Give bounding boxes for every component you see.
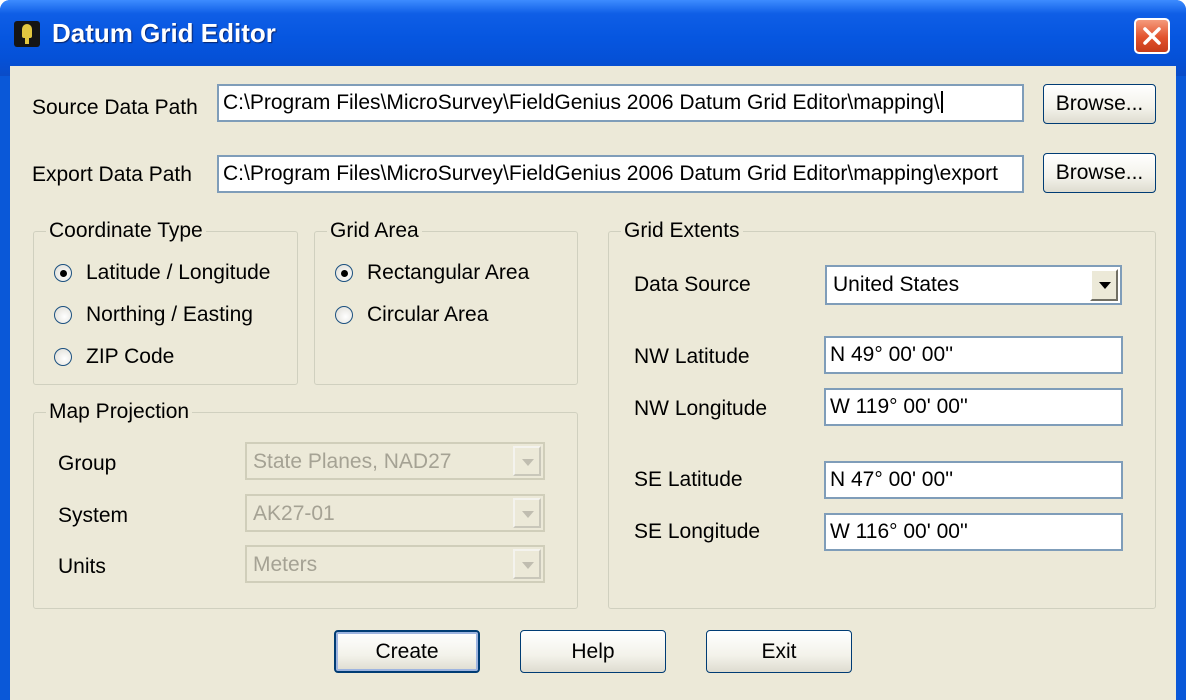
system-select[interactable]: AK27-01 xyxy=(245,494,545,532)
export-path-input[interactable]: C:\Program Files\MicroSurvey\FieldGenius… xyxy=(217,155,1024,193)
nw-latitude-label: NW Latitude xyxy=(634,345,750,368)
coordinate-type-title: Coordinate Type xyxy=(46,219,206,243)
create-button[interactable]: Create xyxy=(334,630,480,673)
data-source-value: United States xyxy=(833,273,960,296)
app-icon xyxy=(14,21,40,47)
grid-area-title: Grid Area xyxy=(327,219,422,243)
group-value: State Planes, NAD27 xyxy=(253,450,452,473)
chevron-down-icon xyxy=(513,498,541,528)
radio-zip-code[interactable] xyxy=(54,348,72,366)
data-source-label: Data Source xyxy=(634,273,751,296)
option-zip-code-label[interactable]: ZIP Code xyxy=(86,345,174,369)
se-longitude-input[interactable]: W 116° 00' 00'' xyxy=(824,513,1123,551)
nw-longitude-label: NW Longitude xyxy=(634,397,768,420)
system-label: System xyxy=(58,504,129,527)
system-value: AK27-01 xyxy=(253,502,335,525)
option-rectangular-area-label[interactable]: Rectangular Area xyxy=(367,261,529,285)
source-path-input[interactable]: C:\Program Files\MicroSurvey\FieldGenius… xyxy=(217,84,1024,122)
data-source-select[interactable]: United States xyxy=(825,265,1122,305)
window-title: Datum Grid Editor xyxy=(52,18,276,48)
grid-extents-title: Grid Extents xyxy=(621,219,743,243)
source-path-label: Source Data Path xyxy=(32,96,198,119)
title-bar[interactable]: Datum Grid Editor xyxy=(0,0,1186,76)
dialog-window: Datum Grid Editor Source Data Path C:\Pr… xyxy=(0,0,1186,700)
map-projection-title: Map Projection xyxy=(46,400,193,424)
nw-latitude-input[interactable]: N 49° 00' 00'' xyxy=(824,336,1123,374)
units-select[interactable]: Meters xyxy=(245,545,545,583)
export-path-label: Export Data Path xyxy=(32,163,192,186)
group-select[interactable]: State Planes, NAD27 xyxy=(245,442,545,480)
option-lat-lon-label[interactable]: Latitude / Longitude xyxy=(86,261,271,285)
chevron-down-icon xyxy=(513,446,541,476)
se-longitude-label: SE Longitude xyxy=(634,520,761,543)
chevron-down-icon[interactable] xyxy=(1090,269,1118,301)
source-path-value: C:\Program Files\MicroSurvey\FieldGenius… xyxy=(223,91,940,114)
radio-northing-easting[interactable] xyxy=(54,306,72,324)
close-icon xyxy=(1143,27,1161,45)
radio-lat-lon[interactable] xyxy=(54,264,72,282)
help-button[interactable]: Help xyxy=(520,630,666,673)
source-browse-button[interactable]: Browse... xyxy=(1043,84,1156,124)
units-label: Units xyxy=(58,555,106,578)
radio-rectangular-area[interactable] xyxy=(335,264,353,282)
dialog-body: Source Data Path C:\Program Files\MicroS… xyxy=(10,66,1176,700)
se-latitude-input[interactable]: N 47° 00' 00'' xyxy=(824,461,1123,499)
radio-circular-area[interactable] xyxy=(335,306,353,324)
exit-button[interactable]: Exit xyxy=(706,630,852,673)
group-label: Group xyxy=(58,452,117,475)
export-browse-button[interactable]: Browse... xyxy=(1043,153,1156,193)
units-value: Meters xyxy=(253,553,318,576)
option-northing-easting-label[interactable]: Northing / Easting xyxy=(86,303,253,327)
se-latitude-label: SE Latitude xyxy=(634,468,743,491)
text-caret xyxy=(940,91,943,113)
close-button[interactable] xyxy=(1134,18,1170,54)
option-circular-area-label[interactable]: Circular Area xyxy=(367,303,488,327)
nw-longitude-input[interactable]: W 119° 00' 00'' xyxy=(824,388,1123,426)
chevron-down-icon xyxy=(513,549,541,579)
